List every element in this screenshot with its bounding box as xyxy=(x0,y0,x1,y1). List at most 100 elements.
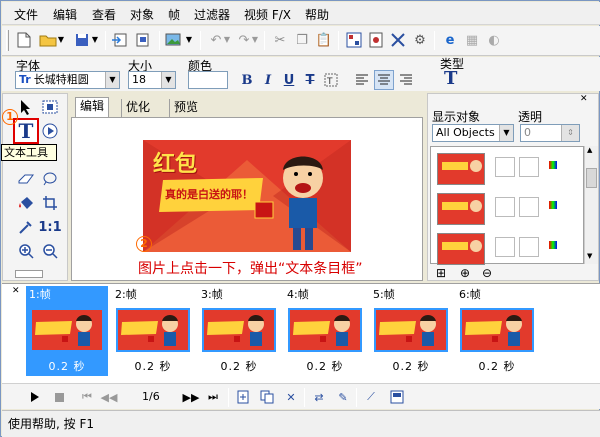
object-color-box[interactable] xyxy=(495,157,515,177)
object-color-box[interactable] xyxy=(495,197,515,217)
insert-frame-icon[interactable] xyxy=(234,388,252,406)
select-frame-tool-icon[interactable] xyxy=(39,96,61,118)
save-dropdown-icon[interactable]: ▼ xyxy=(90,30,100,50)
next-frame-icon[interactable]: ▶▶ xyxy=(182,388,200,406)
tab-optimize[interactable]: 优化 xyxy=(121,99,154,117)
opacity-slider-icon[interactable]: ⇕ xyxy=(561,125,579,141)
align-center-icon[interactable] xyxy=(374,70,394,90)
menu-help[interactable]: 帮助 xyxy=(305,6,329,23)
save-frames-icon[interactable] xyxy=(388,388,406,406)
banner-image[interactable]: 红包 真的是白送的耶！ xyxy=(143,140,351,252)
frame-delay[interactable]: 0.2 秒 xyxy=(370,358,452,374)
duplicate-frame-icon[interactable] xyxy=(258,388,276,406)
opacity-input[interactable]: 0 ⇕ xyxy=(520,124,580,142)
browser-preview-icon[interactable]: e xyxy=(440,30,460,50)
frame-thumbnail[interactable] xyxy=(30,308,104,352)
frame-properties-icon[interactable] xyxy=(366,30,386,50)
object-mask-box[interactable] xyxy=(519,197,539,217)
eraser-tool-icon[interactable] xyxy=(15,168,37,190)
scroll-thumb[interactable] xyxy=(586,168,597,188)
underline-button[interactable]: U xyxy=(279,70,299,90)
align-right-icon[interactable] xyxy=(396,70,416,90)
bold-button[interactable]: B xyxy=(237,70,257,90)
timeline-close-icon[interactable]: ✕ xyxy=(12,286,20,296)
display-objects-select[interactable]: All Objects ▼ xyxy=(432,124,514,142)
delete-frame-icon[interactable]: ✕ xyxy=(282,388,300,406)
frame-thumbnail[interactable] xyxy=(374,308,448,352)
crop-tool-icon[interactable] xyxy=(39,192,61,214)
paste-icon[interactable]: 📋 xyxy=(314,30,334,50)
frame-delay[interactable]: 0.2 秒 xyxy=(198,358,280,374)
zoom-in-icon[interactable] xyxy=(15,240,37,262)
export-icon[interactable] xyxy=(134,30,154,50)
frame-thumbnail[interactable] xyxy=(460,308,534,352)
italic-button[interactable]: I xyxy=(258,70,278,90)
redo-dropdown-icon[interactable]: ▼ xyxy=(250,30,260,50)
timeline-frame[interactable]: 3:帧 0.2 秒 xyxy=(198,286,280,376)
save-icon[interactable] xyxy=(72,30,92,50)
copy-icon[interactable]: ❐ xyxy=(292,30,312,50)
strikethrough-button[interactable]: T xyxy=(300,70,320,90)
reverse-frames-icon[interactable]: ⇄ xyxy=(310,388,328,406)
image-dropdown-icon[interactable]: ▼ xyxy=(184,30,194,50)
panel-close-icon[interactable]: ✕ xyxy=(580,94,588,104)
move-objects-icon[interactable]: ⊞ xyxy=(436,266,446,280)
eyedropper-tool-icon[interactable] xyxy=(15,216,37,238)
add-object-icon[interactable]: ⊕ xyxy=(460,266,470,280)
font-select[interactable]: Tr 长城特粗圆 ▼ xyxy=(15,71,120,89)
fill-bucket-tool-icon[interactable] xyxy=(15,192,37,214)
open-dropdown-icon[interactable]: ▼ xyxy=(56,30,66,50)
frame-thumbnail[interactable] xyxy=(202,308,276,352)
crop-icon[interactable] xyxy=(388,30,408,50)
lasso-tool-icon[interactable] xyxy=(39,168,61,190)
zoom-out-icon[interactable] xyxy=(39,240,61,262)
delete-object-icon[interactable]: ⊖ xyxy=(482,266,492,280)
frame-delay[interactable]: 0.2 秒 xyxy=(456,358,538,374)
object-thumbnail[interactable] xyxy=(437,193,485,225)
scroll-up-icon[interactable]: ▲ xyxy=(587,146,592,154)
grid-icon[interactable]: ▦ xyxy=(462,30,482,50)
image-edit-icon[interactable] xyxy=(164,30,184,50)
object-mask-box[interactable] xyxy=(519,157,539,177)
new-file-icon[interactable] xyxy=(14,30,34,50)
object-color-box[interactable] xyxy=(495,237,515,257)
object-thumbnail[interactable] xyxy=(437,233,485,265)
align-left-icon[interactable] xyxy=(352,70,372,90)
first-frame-icon[interactable]: ⏮ xyxy=(78,388,96,406)
timeline-frame[interactable]: 5:帧 0.2 秒 xyxy=(370,286,452,376)
play-icon[interactable] xyxy=(26,388,44,406)
object-mask-box[interactable] xyxy=(519,237,539,257)
editor-canvas[interactable]: 红包 真的是白送的耶！ 2 图片上点击一下，弹出“文本条目框” xyxy=(71,117,423,281)
tab-preview[interactable]: 预览 xyxy=(169,99,202,117)
prev-frame-icon[interactable]: ◀◀ xyxy=(100,388,118,406)
menu-filter[interactable]: 过滤器 xyxy=(194,6,230,23)
text-effect-icon[interactable]: T xyxy=(321,70,341,90)
undo-dropdown-icon[interactable]: ▼ xyxy=(222,30,232,50)
frame-delay[interactable]: 0.2 秒 xyxy=(112,358,194,374)
timeline-frame[interactable]: 1:帧 0.2 秒 xyxy=(26,286,108,376)
menu-frame[interactable]: 帧 xyxy=(168,6,180,23)
stop-icon[interactable] xyxy=(50,388,68,406)
menu-object[interactable]: 对象 xyxy=(130,6,154,23)
play-circle-tool-icon[interactable] xyxy=(39,120,61,142)
menu-file[interactable]: 文件 xyxy=(14,6,38,23)
import-icon[interactable] xyxy=(110,30,130,50)
timeline-frame[interactable]: 2:帧 0.2 秒 xyxy=(112,286,194,376)
text-tool-button[interactable]: T xyxy=(13,118,39,144)
frame-layout-icon[interactable] xyxy=(344,30,364,50)
object-thumbnail[interactable] xyxy=(437,153,485,185)
tool-settings-icon[interactable]: ⚙ xyxy=(410,30,430,50)
actual-size-button[interactable]: 1:1 xyxy=(38,216,61,238)
timeline-frame[interactable]: 4:帧 0.2 秒 xyxy=(284,286,366,376)
toolbar-grip[interactable] xyxy=(6,30,9,51)
frame-delay[interactable]: 0.2 秒 xyxy=(26,358,108,374)
size-select[interactable]: 18 ▼ xyxy=(128,71,176,89)
pointer-tool-icon[interactable] xyxy=(15,96,37,118)
frame-properties-button-icon[interactable]: ✎ xyxy=(334,388,352,406)
timeline-frame[interactable]: 6:帧 0.2 秒 xyxy=(456,286,538,376)
tab-edit[interactable]: 编辑 xyxy=(75,97,110,117)
cut-icon[interactable]: ✂ xyxy=(270,30,290,50)
last-frame-icon[interactable]: ⏭ xyxy=(204,388,222,406)
tween-icon[interactable]: ⟋ xyxy=(362,388,380,406)
objects-scrollbar[interactable]: ▲ ▼ xyxy=(584,146,598,264)
